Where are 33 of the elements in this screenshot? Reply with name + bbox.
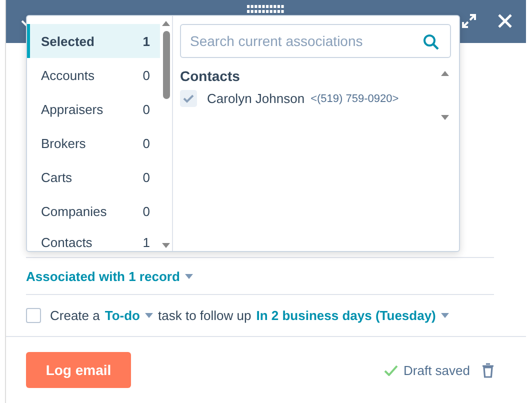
caret-icon[interactable] — [440, 313, 449, 318]
category-item[interactable]: Brokers 0 — [27, 126, 160, 160]
search-icon[interactable] — [423, 34, 439, 50]
task-label: task to follow up — [158, 308, 252, 323]
task-label: Create a — [50, 308, 100, 323]
drag-handle-icon[interactable] — [247, 5, 285, 14]
caret-icon[interactable] — [145, 313, 154, 318]
category-item[interactable]: Companies 0 — [27, 194, 160, 228]
scroll-down-icon[interactable] — [162, 243, 170, 248]
task-checkbox[interactable] — [26, 308, 41, 323]
scrollbar-thumb[interactable] — [162, 31, 170, 99]
expand-icon[interactable] — [462, 14, 476, 28]
section-heading: Contacts — [180, 68, 241, 84]
caret-icon[interactable] — [184, 274, 193, 278]
category-item[interactable]: Accounts 0 — [27, 58, 160, 92]
category-item[interactable]: Appraisers 0 — [27, 92, 160, 126]
record-checkbox[interactable] — [180, 90, 197, 107]
scroll-up-icon[interactable] — [162, 21, 170, 26]
category-item[interactable]: Carts 0 — [27, 160, 160, 194]
scroll-up-icon[interactable] — [441, 71, 449, 76]
contact-phone: <(519) 759-0920> — [310, 92, 399, 104]
scroll-down-icon[interactable] — [441, 115, 449, 120]
due-date-dropdown[interactable]: In 2 business days (Tuesday) — [256, 308, 436, 323]
category-item[interactable]: Contacts 1 — [27, 228, 160, 251]
trash-icon[interactable] — [482, 362, 494, 378]
category-item[interactable]: Selected 1 — [27, 24, 160, 58]
draft-status: Draft saved — [404, 362, 470, 378]
task-type-dropdown[interactable]: To-do — [104, 308, 140, 323]
search-field[interactable]: Search current associations — [180, 24, 451, 58]
associated-records-link[interactable]: Associated with 1 record — [26, 268, 180, 284]
contact-name: Carolyn Johnson — [207, 91, 305, 106]
close-icon[interactable] — [498, 14, 512, 28]
checkmark-icon — [384, 364, 398, 376]
